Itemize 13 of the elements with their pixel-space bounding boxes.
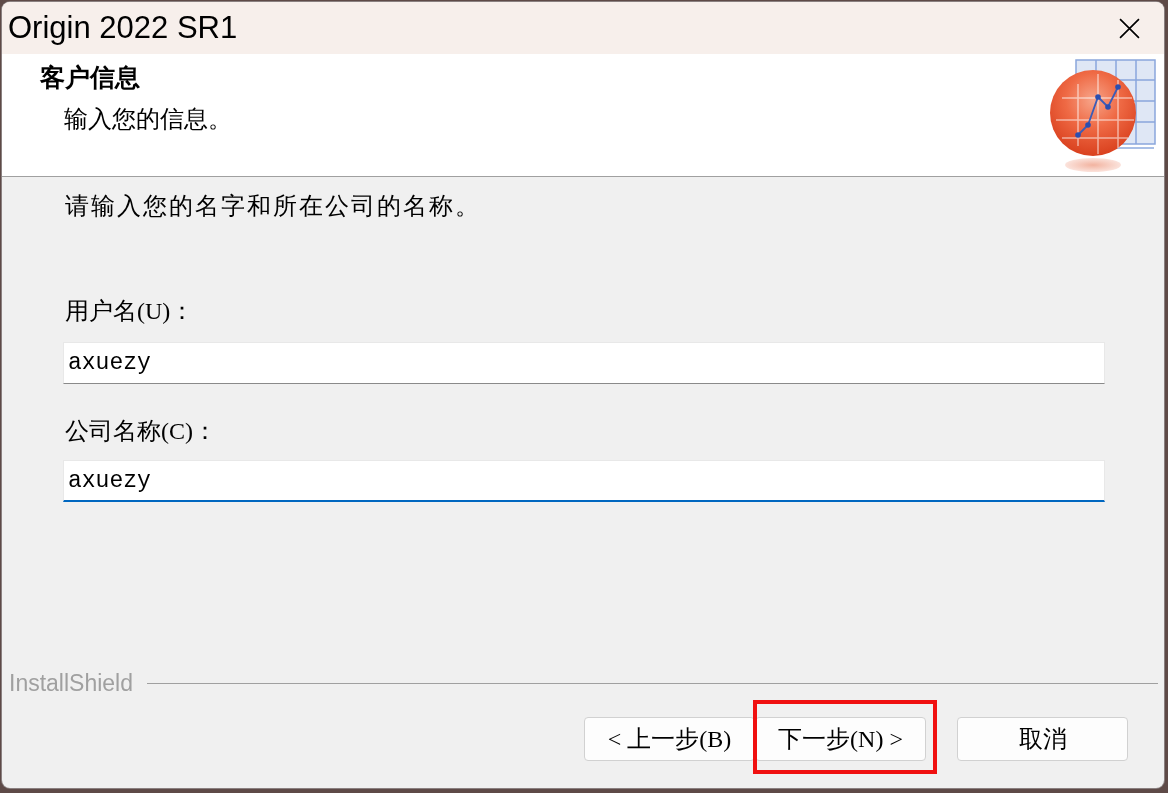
instruction-text: 请输入您的名字和所在公司的名称。 — [65, 192, 482, 221]
text-field[interactable]: axuezy — [63, 342, 1105, 384]
page-title: 客户信息 — [40, 63, 141, 93]
text-field[interactable]: axuezy — [63, 460, 1105, 502]
window-title: Origin 2022 SR1 — [7, 9, 238, 47]
close-icon — [1118, 17, 1140, 39]
field-label: 用户名(U)： — [65, 297, 196, 326]
installer-brand-label: InstallShield — [9, 669, 134, 698]
page-subtitle: 输入您的信息。 — [64, 105, 232, 134]
wizard-button[interactable]: < 上一步(B) — [584, 717, 755, 761]
wizard-button[interactable]: 下一步(N) > — [755, 717, 926, 761]
field-label: 公司名称(C)： — [65, 417, 218, 446]
wizard-button[interactable]: 取消 — [957, 717, 1128, 761]
